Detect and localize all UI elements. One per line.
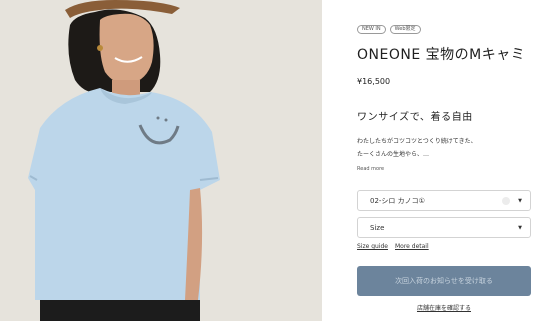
badge-new-in: NEW IN: [357, 25, 386, 34]
size-select[interactable]: Size ▼: [357, 217, 531, 238]
description-line: わたしたちがコツコツとつくり続けてきた、: [357, 138, 477, 145]
restock-notify-button[interactable]: 次回入荷のお知らせを受け取る: [357, 266, 531, 296]
product-description: わたしたちがコツコツとつくり続けてきた、 たーくさんの生地やら、…: [357, 135, 477, 161]
product-price: ¥16,500: [357, 77, 391, 86]
description-line: たーくさんの生地やら、…: [357, 151, 430, 158]
product-title: ONEONE 宝物のMキャミ: [357, 47, 526, 63]
badge-group: NEW IN Web限定: [357, 25, 421, 34]
color-select[interactable]: 02-シロ カノコ① ▼: [357, 190, 531, 211]
model-illustration: [0, 0, 322, 321]
product-tagline: ワンサイズで、着る自由: [357, 112, 473, 123]
more-detail-link[interactable]: More detail: [395, 243, 429, 250]
product-photo: [0, 0, 322, 321]
badge-web-only: Web限定: [389, 25, 421, 34]
size-guide-link[interactable]: Size guide: [357, 243, 388, 250]
read-more-link[interactable]: Read more: [357, 166, 384, 172]
chevron-down-icon: ▼: [518, 224, 522, 231]
product-page: NEW IN Web限定 ONEONE 宝物のMキャミ ¥16,500 ワンサイ…: [0, 0, 533, 321]
color-swatch: [502, 196, 511, 205]
store-stock-link[interactable]: 店舗在庫を確認する: [357, 303, 531, 312]
color-select-value: 02-シロ カノコ①: [370, 196, 425, 205]
size-select-value: Size: [370, 223, 385, 232]
chevron-down-icon: ▼: [518, 197, 522, 204]
